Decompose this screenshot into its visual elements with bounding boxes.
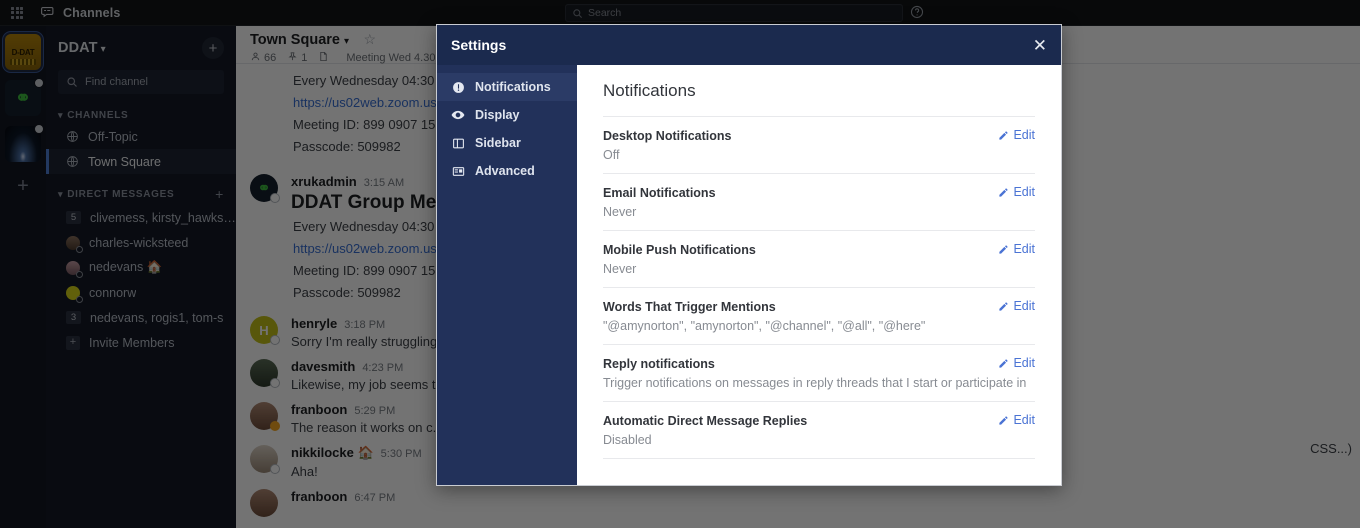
setting-value: Trigger notifications on messages in rep… bbox=[603, 376, 1027, 390]
setting-value: Never bbox=[603, 205, 637, 219]
edit-label: Edit bbox=[1013, 413, 1035, 427]
tab-sidebar[interactable]: Sidebar bbox=[437, 129, 577, 157]
setting-value: Never bbox=[603, 262, 637, 276]
settings-modal: Settings ✕ Notifications Display Sidebar… bbox=[436, 24, 1062, 486]
edit-button[interactable]: Edit bbox=[998, 242, 1035, 256]
setting-value: Disabled bbox=[603, 433, 652, 447]
setting-row-email-notifications: Email Notifications Never Edit bbox=[603, 173, 1035, 230]
tab-notifications[interactable]: Notifications bbox=[437, 73, 577, 101]
bell-alert-icon bbox=[450, 81, 466, 94]
setting-label: Words That Trigger Mentions bbox=[603, 300, 776, 314]
edit-button[interactable]: Edit bbox=[998, 356, 1035, 370]
setting-label: Mobile Push Notifications bbox=[603, 243, 756, 257]
page-title: Notifications bbox=[603, 81, 696, 100]
app-root: Channels Search D-DAT ⚭ bbox=[0, 0, 1360, 528]
edit-button[interactable]: Edit bbox=[998, 413, 1035, 427]
setting-label: Reply notifications bbox=[603, 357, 715, 371]
tab-label: Sidebar bbox=[475, 136, 521, 150]
pencil-icon bbox=[998, 415, 1009, 426]
edit-label: Edit bbox=[1013, 185, 1035, 199]
pencil-icon bbox=[998, 358, 1009, 369]
settings-panel: Notifications Desktop Notifications Off … bbox=[577, 65, 1061, 485]
edit-button[interactable]: Edit bbox=[998, 185, 1035, 199]
tab-advanced[interactable]: Advanced bbox=[437, 157, 577, 185]
pencil-icon bbox=[998, 187, 1009, 198]
tab-display[interactable]: Display bbox=[437, 101, 577, 129]
close-icon[interactable]: ✕ bbox=[1033, 37, 1047, 54]
setting-row-reply-notifications: Reply notifications Trigger notification… bbox=[603, 344, 1035, 401]
settings-modal-title: Settings bbox=[451, 37, 507, 53]
settings-modal-header: Settings ✕ bbox=[437, 25, 1061, 65]
eye-icon bbox=[450, 108, 466, 122]
edit-button[interactable]: Edit bbox=[998, 128, 1035, 142]
columns-icon bbox=[450, 137, 466, 150]
edit-button[interactable]: Edit bbox=[998, 299, 1035, 313]
setting-label: Automatic Direct Message Replies bbox=[603, 414, 808, 428]
setting-row-words-that-trigger-mentions: Words That Trigger Mentions "@amynorton"… bbox=[603, 287, 1035, 344]
setting-value: "@amynorton", "amynorton", "@channel", "… bbox=[603, 319, 926, 333]
tab-label: Notifications bbox=[475, 80, 551, 94]
edit-label: Edit bbox=[1013, 128, 1035, 142]
edit-label: Edit bbox=[1013, 299, 1035, 313]
advanced-list-icon bbox=[450, 165, 466, 178]
setting-value: Off bbox=[603, 148, 620, 162]
setting-row-desktop-notifications: Desktop Notifications Off Edit bbox=[603, 116, 1035, 173]
setting-label: Desktop Notifications bbox=[603, 129, 732, 143]
setting-row-mobile-push-notifications: Mobile Push Notifications Never Edit bbox=[603, 230, 1035, 287]
setting-label: Email Notifications bbox=[603, 186, 716, 200]
tab-label: Display bbox=[475, 108, 520, 122]
tab-label: Advanced bbox=[475, 164, 535, 178]
edit-label: Edit bbox=[1013, 242, 1035, 256]
settings-nav: Notifications Display Sidebar Advanced bbox=[437, 65, 577, 485]
pencil-icon bbox=[998, 130, 1009, 141]
settings-modal-body: Notifications Display Sidebar Advanced N… bbox=[437, 65, 1061, 485]
edit-label: Edit bbox=[1013, 356, 1035, 370]
setting-row-automatic-direct-message-replies: Automatic Direct Message Replies Disable… bbox=[603, 401, 1035, 459]
pencil-icon bbox=[998, 244, 1009, 255]
pencil-icon bbox=[998, 301, 1009, 312]
